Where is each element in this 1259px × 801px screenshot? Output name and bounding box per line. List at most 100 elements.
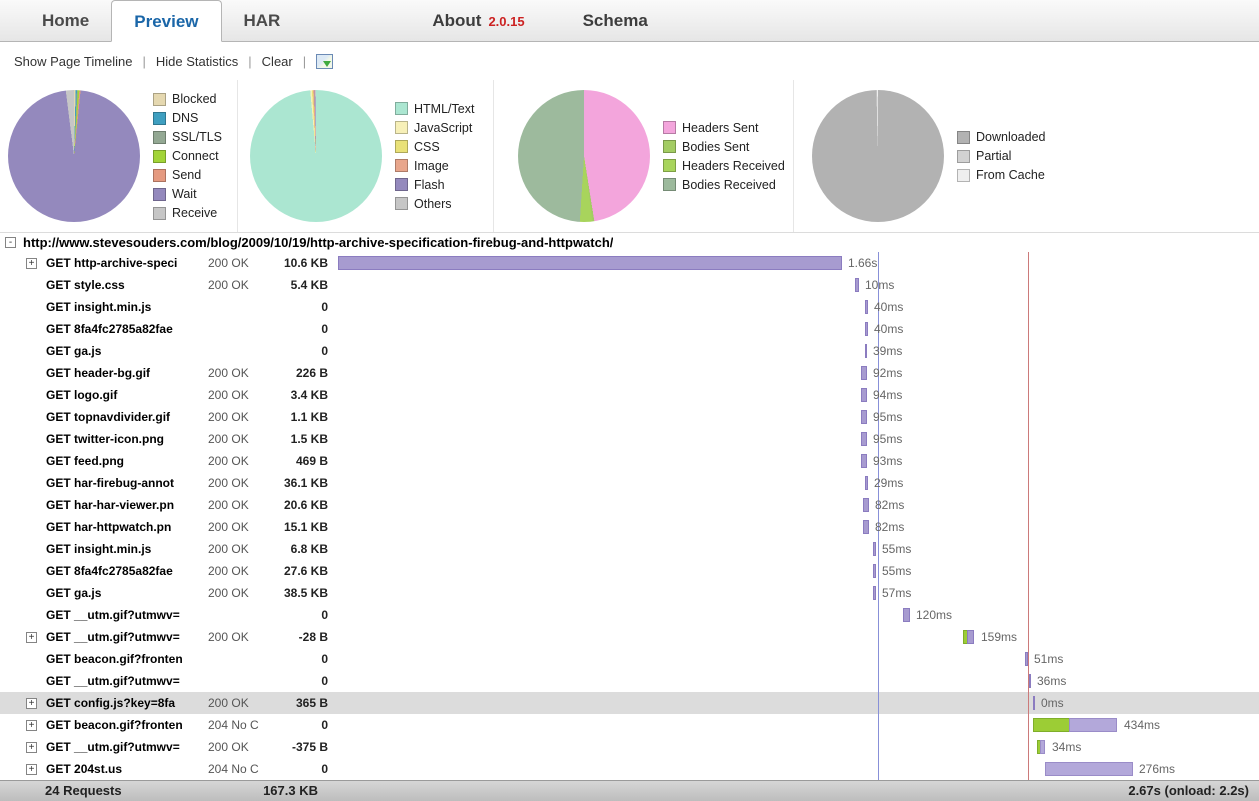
tab-home[interactable]: Home (20, 0, 111, 41)
timing-bar[interactable] (863, 498, 869, 512)
hide-statistics-link[interactable]: Hide Statistics (152, 54, 242, 69)
request-row[interactable]: + GET 204st.us 204 No C 0 276ms (0, 758, 1259, 780)
request-row[interactable]: GET insight.min.js 0 40ms (0, 296, 1259, 318)
legend: Downloaded Partial From Cache (957, 130, 1046, 182)
request-status: 200 OK (208, 388, 249, 402)
timing-label: 29ms (874, 476, 904, 490)
timing-bar[interactable] (1033, 696, 1035, 710)
request-row[interactable]: + GET __utm.gif?utmwv= 200 OK -375 B 34m… (0, 736, 1259, 758)
timing-bar[interactable] (873, 564, 876, 578)
timing-bar[interactable] (873, 586, 876, 600)
request-row[interactable]: GET __utm.gif?utmwv= 0 36ms (0, 670, 1259, 692)
request-row[interactable]: GET 8fa4fc2785a82fae 0 40ms (0, 318, 1259, 340)
request-status: 200 OK (208, 498, 249, 512)
request-size: 0 (321, 674, 328, 688)
request-method: GET (46, 410, 71, 424)
timing-label: 55ms (882, 564, 912, 578)
request-method: GET (46, 674, 71, 688)
request-file: har-firebug-annot (74, 476, 175, 490)
request-row[interactable]: GET beacon.gif?fronten 0 51ms (0, 648, 1259, 670)
timing-bar-segment (903, 608, 910, 622)
request-row[interactable]: GET logo.gif 200 OK 3.4 KB 94ms (0, 384, 1259, 406)
request-status: 200 OK (208, 410, 249, 424)
expand-icon[interactable]: + (26, 631, 37, 643)
legend-item: Downloaded (957, 130, 1046, 144)
timing-bar[interactable] (963, 630, 974, 644)
timing-bar-segment (1029, 674, 1031, 688)
request-row[interactable]: GET twitter-icon.png 200 OK 1.5 KB 95ms (0, 428, 1259, 450)
request-size: 3.4 KB (290, 388, 328, 402)
legend-label: DNS (172, 111, 199, 125)
request-row[interactable]: GET feed.png 200 OK 469 B 93ms (0, 450, 1259, 472)
collapse-icon[interactable]: - (5, 237, 16, 248)
export-image-icon[interactable] (316, 53, 334, 69)
timing-bar[interactable] (1033, 718, 1117, 732)
legend-label: Send (172, 168, 202, 182)
expand-icon[interactable]: + (26, 257, 37, 269)
expand-icon[interactable]: + (26, 697, 37, 709)
tab-har[interactable]: HAR (222, 0, 303, 41)
request-row[interactable]: GET har-httpwatch.pn 200 OK 15.1 KB 82ms (0, 516, 1259, 538)
timing-bar[interactable] (865, 300, 868, 314)
request-row[interactable]: GET har-har-viewer.pn 200 OK 20.6 KB 82m… (0, 494, 1259, 516)
timing-bar-segment (861, 454, 867, 468)
legend-item: Image (395, 159, 474, 173)
timing-bar[interactable] (1045, 762, 1133, 776)
request-name: GET http-archive-speci (46, 256, 204, 270)
legend-swatch (395, 197, 408, 210)
request-row[interactable]: + GET __utm.gif?utmwv= 200 OK -28 B 159m… (0, 626, 1259, 648)
timing-bar[interactable] (863, 520, 869, 534)
timing-bar[interactable] (873, 542, 876, 556)
clear-link[interactable]: Clear (258, 54, 297, 69)
request-row[interactable]: GET header-bg.gif 200 OK 226 B 92ms (0, 362, 1259, 384)
timing-bar[interactable] (865, 476, 868, 490)
timing-bar[interactable] (861, 432, 867, 446)
timing-bar[interactable] (903, 608, 910, 622)
expand-icon[interactable]: + (26, 763, 37, 775)
request-row[interactable]: + GET config.js?key=8fa 200 OK 365 B 0ms (0, 692, 1259, 714)
expand-icon[interactable]: + (26, 719, 37, 731)
tab-schema[interactable]: Schema (561, 0, 670, 41)
request-row[interactable]: GET har-firebug-annot 200 OK 36.1 KB 29m… (0, 472, 1259, 494)
request-status: 200 OK (208, 542, 249, 556)
request-waterfall: 159ms (336, 626, 1259, 648)
request-row[interactable]: GET insight.min.js 200 OK 6.8 KB 55ms (0, 538, 1259, 560)
tab-about[interactable]: About 2.0.15 (432, 0, 524, 41)
request-method: GET (46, 652, 71, 666)
expand-icon[interactable]: + (26, 741, 37, 753)
request-name: GET config.js?key=8fa (46, 696, 204, 710)
timing-bar[interactable] (1037, 740, 1045, 754)
timing-bar-segment (865, 344, 867, 358)
timing-bar[interactable] (861, 388, 867, 402)
request-row[interactable]: GET 8fa4fc2785a82fae 200 OK 27.6 KB 55ms (0, 560, 1259, 582)
request-row[interactable]: GET style.css 200 OK 5.4 KB 10ms (0, 274, 1259, 296)
request-row[interactable]: + GET beacon.gif?fronten 204 No C 0 434m… (0, 714, 1259, 736)
timing-bar[interactable] (338, 256, 842, 270)
page-header[interactable]: - http://www.stevesouders.com/blog/2009/… (0, 232, 1259, 252)
timing-bar[interactable] (1029, 674, 1031, 688)
legend: Headers Sent Bodies Sent Headers Receive… (663, 121, 785, 192)
timing-bar[interactable] (861, 366, 867, 380)
tab-preview[interactable]: Preview (111, 0, 222, 42)
request-file: topnavdivider.gif (74, 410, 171, 424)
timing-bar[interactable] (865, 344, 867, 358)
show-page-timeline-link[interactable]: Show Page Timeline (10, 54, 137, 69)
timing-bar[interactable] (1025, 652, 1028, 666)
timing-label: 95ms (873, 432, 903, 446)
request-row[interactable]: + GET http-archive-speci 200 OK 10.6 KB … (0, 252, 1259, 274)
timing-bar[interactable] (861, 410, 867, 424)
timing-bar-segment (855, 278, 859, 292)
request-row[interactable]: GET topnavdivider.gif 200 OK 1.1 KB 95ms (0, 406, 1259, 428)
request-waterfall: 120ms (336, 604, 1259, 626)
request-file: har-har-viewer.pn (74, 498, 175, 512)
toolbar-separator: | (142, 53, 146, 69)
request-row[interactable]: GET __utm.gif?utmwv= 0 120ms (0, 604, 1259, 626)
timing-bar-segment (863, 498, 869, 512)
request-row[interactable]: GET ga.js 0 39ms (0, 340, 1259, 362)
timing-bar[interactable] (855, 278, 859, 292)
statistics-panel: Blocked DNS SSL/TLS Connect Send Wait Re… (0, 80, 1259, 232)
timing-bar[interactable] (861, 454, 867, 468)
timing-label: 93ms (873, 454, 903, 468)
request-row[interactable]: GET ga.js 200 OK 38.5 KB 57ms (0, 582, 1259, 604)
timing-bar[interactable] (865, 322, 868, 336)
